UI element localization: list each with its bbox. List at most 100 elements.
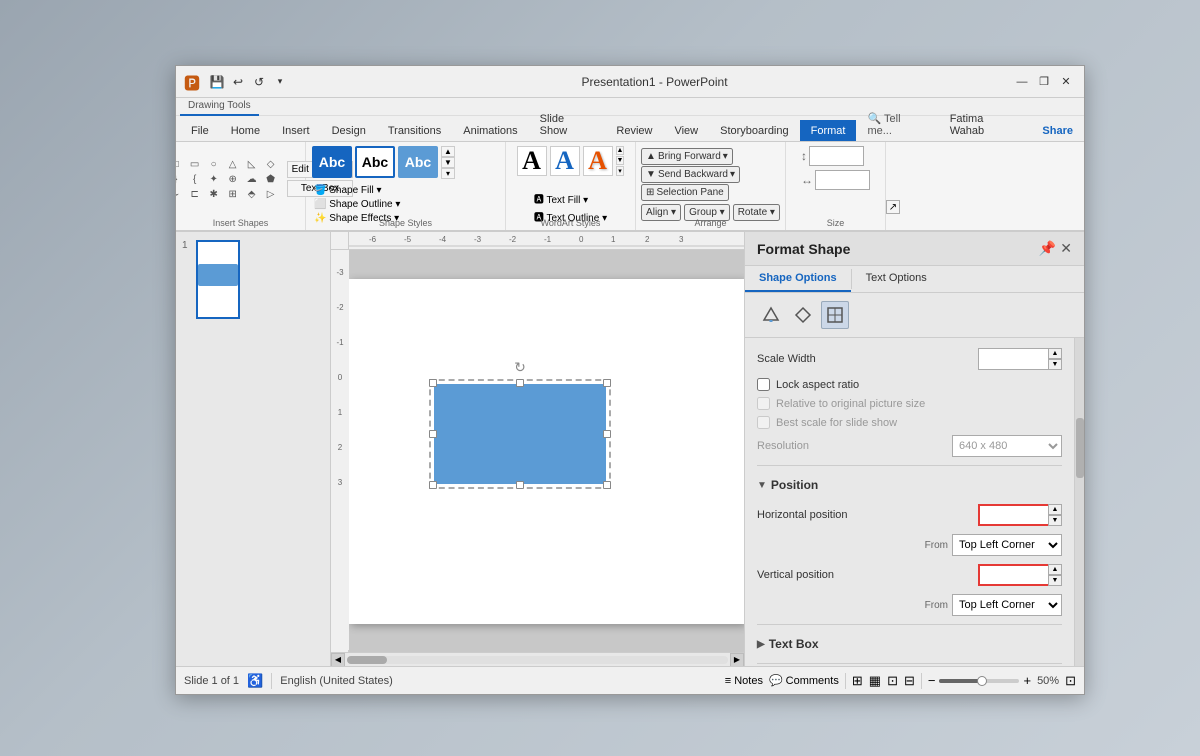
size-pos-icon-btn[interactable] xyxy=(821,301,849,329)
bring-forward-btn[interactable]: ▲ Bring Forward ▾ xyxy=(641,148,733,165)
shape-effects-icon-btn[interactable] xyxy=(789,301,817,329)
scale-width-down[interactable]: ▼ xyxy=(1048,359,1062,370)
resolution-select[interactable]: 640 x 480 xyxy=(952,435,1062,457)
shape-more5[interactable]: ☁ xyxy=(244,172,260,186)
shape-r3[interactable]: ⌣ xyxy=(176,187,184,201)
shape-r8[interactable]: ▷ xyxy=(263,187,279,201)
scroll-thumb[interactable] xyxy=(347,656,387,664)
wordart-expand[interactable]: ▾ xyxy=(616,166,625,176)
restore-button[interactable]: ❐ xyxy=(1034,72,1054,92)
wordart-A-blue[interactable]: A xyxy=(550,146,580,176)
shape-more2[interactable]: { xyxy=(187,172,203,186)
scale-width-up[interactable]: ▲ xyxy=(1048,348,1062,359)
wordart-scroll-up[interactable]: ▲ xyxy=(616,146,625,155)
height-input[interactable]: 1.97" xyxy=(809,146,864,166)
v-position-input[interactable]: 2.68" xyxy=(978,564,1048,586)
v-pos-down[interactable]: ▼ xyxy=(1048,575,1062,586)
shape-more6[interactable]: ⬟ xyxy=(263,172,279,186)
zoom-in-btn[interactable]: + xyxy=(1023,673,1031,688)
view-normal-btn[interactable]: ⊞ xyxy=(852,673,863,689)
h-position-input[interactable]: 1.87" xyxy=(978,504,1048,526)
scroll-left-btn[interactable]: ◀ xyxy=(331,653,345,667)
undo-button[interactable]: ↩ xyxy=(229,73,247,91)
shape-rect[interactable]: □ xyxy=(176,157,184,171)
style-scroll-up[interactable]: ▲ xyxy=(441,146,455,157)
shape-more4[interactable]: ⊕ xyxy=(225,172,241,186)
abc-style-1[interactable]: Abc xyxy=(312,146,352,178)
fill-effects-icon-btn[interactable] xyxy=(757,301,785,329)
tab-transitions[interactable]: Transitions xyxy=(377,120,452,141)
shape-r7[interactable]: ⬘ xyxy=(244,187,260,201)
handle-tr[interactable] xyxy=(603,379,611,387)
shape-diamond[interactable]: ◇ xyxy=(263,157,279,171)
shape-triangle[interactable]: △ xyxy=(225,157,241,171)
slide[interactable]: ↻ xyxy=(349,279,744,624)
accessibility-icon[interactable]: ♿ xyxy=(247,673,263,689)
tab-user[interactable]: Fatima Wahab xyxy=(939,108,1032,141)
scroll-track[interactable] xyxy=(347,656,728,664)
v-pos-up[interactable]: ▲ xyxy=(1048,564,1062,575)
shape-fill-btn[interactable]: 🪣 Shape Fill ▾ xyxy=(312,184,499,197)
lock-aspect-checkbox[interactable] xyxy=(757,378,770,391)
slide-shape[interactable]: ↻ xyxy=(434,384,606,484)
selection-pane-btn[interactable]: ⊞ Selection Pane xyxy=(641,184,729,201)
fit-slide-btn[interactable]: ⊡ xyxy=(1065,673,1076,689)
tab-format[interactable]: Format xyxy=(800,120,857,141)
handle-ml[interactable] xyxy=(429,430,437,438)
shape-r4[interactable]: ⊏ xyxy=(187,187,203,201)
tab-insert[interactable]: Insert xyxy=(271,120,321,141)
zoom-track[interactable] xyxy=(939,679,1019,683)
wordart-scroll-down[interactable]: ▼ xyxy=(616,156,625,165)
relative-original-checkbox[interactable] xyxy=(757,397,770,410)
scroll-right-btn[interactable]: ▶ xyxy=(730,653,744,667)
tab-design[interactable]: Design xyxy=(321,120,377,141)
tab-review[interactable]: Review xyxy=(605,120,663,141)
notes-btn[interactable]: ≡ Notes xyxy=(725,675,763,687)
shape-rrect[interactable]: ▭ xyxy=(187,157,203,171)
shape-more1[interactable]: } xyxy=(176,172,184,186)
handle-mr[interactable] xyxy=(603,430,611,438)
shape-more3[interactable]: ✦ xyxy=(206,172,222,186)
scale-width-input[interactable]: 100% xyxy=(978,348,1048,370)
handle-bl[interactable] xyxy=(429,481,437,489)
view-reading-btn[interactable]: ⊡ xyxy=(887,673,898,689)
panel-scrollbar[interactable] xyxy=(1074,338,1084,666)
text-fill-btn[interactable]: 🅰 Text Fill ▾ xyxy=(533,190,608,207)
comments-btn[interactable]: 💬 Comments xyxy=(769,674,839,687)
tab-home[interactable]: Home xyxy=(220,120,271,141)
view-presentation-btn[interactable]: ⊟ xyxy=(904,673,915,689)
tab-tellme[interactable]: 🔍 Tell me... xyxy=(856,107,938,141)
style-expand[interactable]: ▾ xyxy=(441,168,455,179)
handle-br[interactable] xyxy=(603,481,611,489)
abc-style-3[interactable]: Abc xyxy=(398,146,438,178)
save-button[interactable]: 💾 xyxy=(208,73,226,91)
shape-rtriangle[interactable]: ◺ xyxy=(244,157,260,171)
tab-slideshow[interactable]: Slide Show xyxy=(529,108,606,141)
position-section-header[interactable]: ▼ Position xyxy=(757,474,1062,496)
shape-r6[interactable]: ⊞ xyxy=(225,187,241,201)
panel-pin-btn[interactable]: 📌 xyxy=(1039,240,1056,257)
tab-text-options[interactable]: Text Options xyxy=(852,266,941,292)
view-slide-sorter-btn[interactable]: ▦ xyxy=(869,673,881,689)
zoom-out-btn[interactable]: − xyxy=(928,673,936,688)
best-scale-checkbox[interactable] xyxy=(757,416,770,429)
tab-storyboarding[interactable]: Storyboarding xyxy=(709,120,800,141)
h-pos-up[interactable]: ▲ xyxy=(1048,504,1062,515)
panel-close-btn[interactable]: ✕ xyxy=(1060,240,1072,257)
slide-thumbnail[interactable] xyxy=(196,240,240,319)
customize-button[interactable]: ▾ xyxy=(271,73,289,91)
close-button[interactable]: ✕ xyxy=(1056,72,1076,92)
text-box-section-header[interactable]: ▶ Text Box xyxy=(757,633,1062,655)
h-from-select[interactable]: Top Left Corner xyxy=(952,534,1062,556)
handle-tl[interactable] xyxy=(429,379,437,387)
width-input[interactable]: 4.08" xyxy=(815,170,870,190)
handle-tm[interactable] xyxy=(516,379,524,387)
wordart-A-orange[interactable]: A xyxy=(583,146,613,176)
zoom-handle[interactable] xyxy=(977,676,987,686)
panel-scroll-thumb[interactable] xyxy=(1076,418,1084,478)
tab-shape-options[interactable]: Shape Options xyxy=(745,266,851,292)
shape-r5[interactable]: ✱ xyxy=(206,187,222,201)
tab-file[interactable]: File xyxy=(180,120,220,141)
redo-button[interactable]: ↺ xyxy=(250,73,268,91)
abc-style-2[interactable]: Abc xyxy=(355,146,395,178)
